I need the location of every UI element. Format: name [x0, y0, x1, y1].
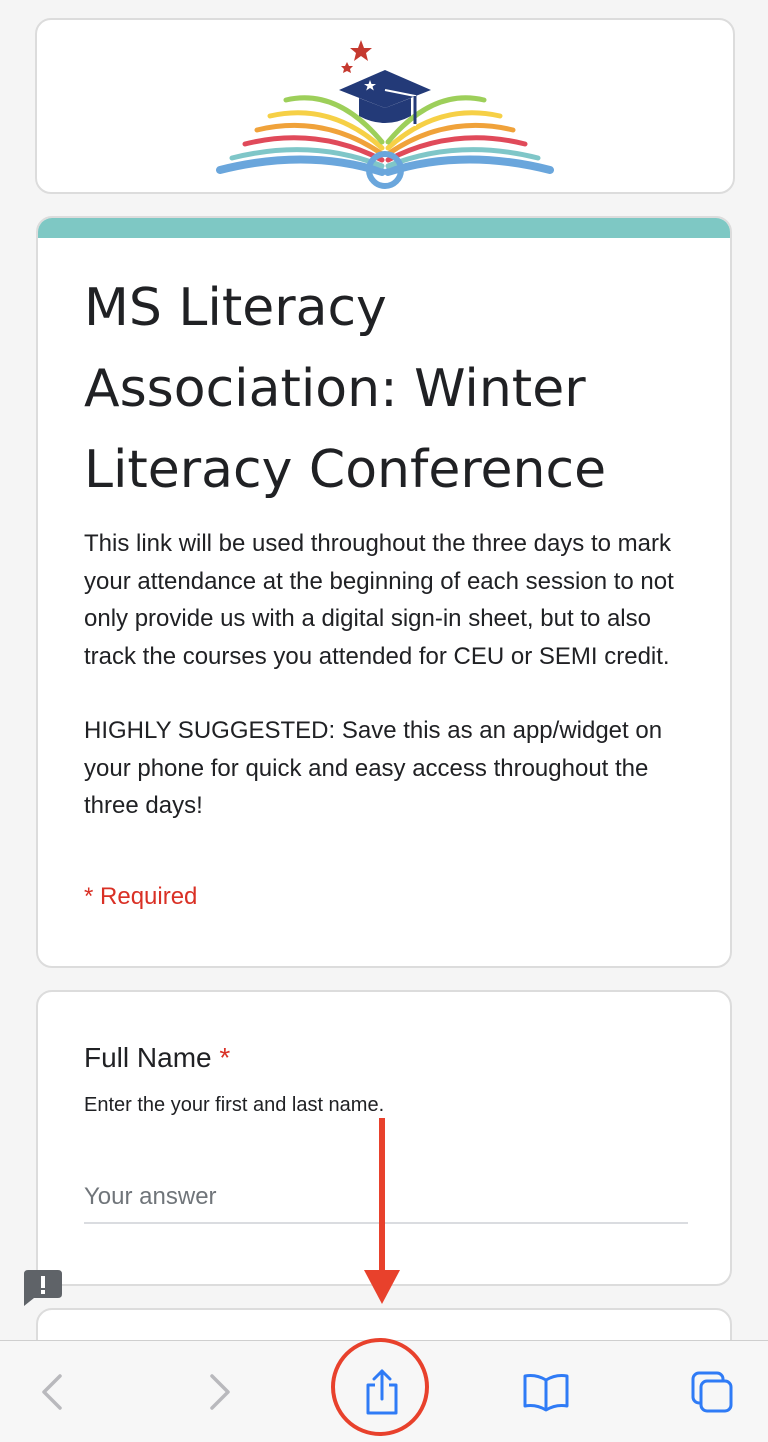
- conference-logo: [216, 40, 554, 189]
- back-icon: [42, 1373, 62, 1410]
- form-description: This link will be used throughout the th…: [84, 525, 704, 825]
- question-help-text: Enter the your first and last name.: [84, 1094, 385, 1116]
- description-paragraph: HIGHLY SUGGESTED: Save this as an app/wi…: [84, 717, 663, 819]
- red-star-small: [341, 62, 353, 73]
- back-button[interactable]: [18, 1341, 88, 1442]
- bookmarks-icon: [523, 1373, 569, 1411]
- form-header-card: MS Literacy Association: Winter Literacy…: [36, 216, 732, 968]
- question-title-text: Full Name: [84, 1042, 212, 1073]
- browser-toolbar: [0, 1340, 768, 1442]
- graduation-cap: [339, 70, 431, 108]
- tabs-icon: [691, 1371, 733, 1412]
- bookmarks-button[interactable]: [506, 1341, 586, 1442]
- tabs-button[interactable]: [672, 1341, 752, 1442]
- share-icon: [366, 1369, 398, 1414]
- report-problem-icon[interactable]: [22, 1268, 62, 1313]
- form-title: MS Literacy Association: Winter Literacy…: [84, 278, 607, 500]
- share-button[interactable]: [332, 1341, 432, 1442]
- annotation-arrow-icon: [360, 1118, 404, 1313]
- red-star-large: [350, 40, 372, 61]
- forward-icon: [210, 1373, 230, 1410]
- header-image-card: [35, 18, 735, 194]
- required-note: * Required: [84, 883, 198, 910]
- forward-button[interactable]: [184, 1341, 254, 1442]
- question-title: Full Name *: [84, 1042, 230, 1074]
- description-paragraph: This link will be used throughout the th…: [84, 530, 674, 670]
- required-asterisk: *: [219, 1042, 231, 1073]
- theme-accent-bar: [38, 218, 730, 238]
